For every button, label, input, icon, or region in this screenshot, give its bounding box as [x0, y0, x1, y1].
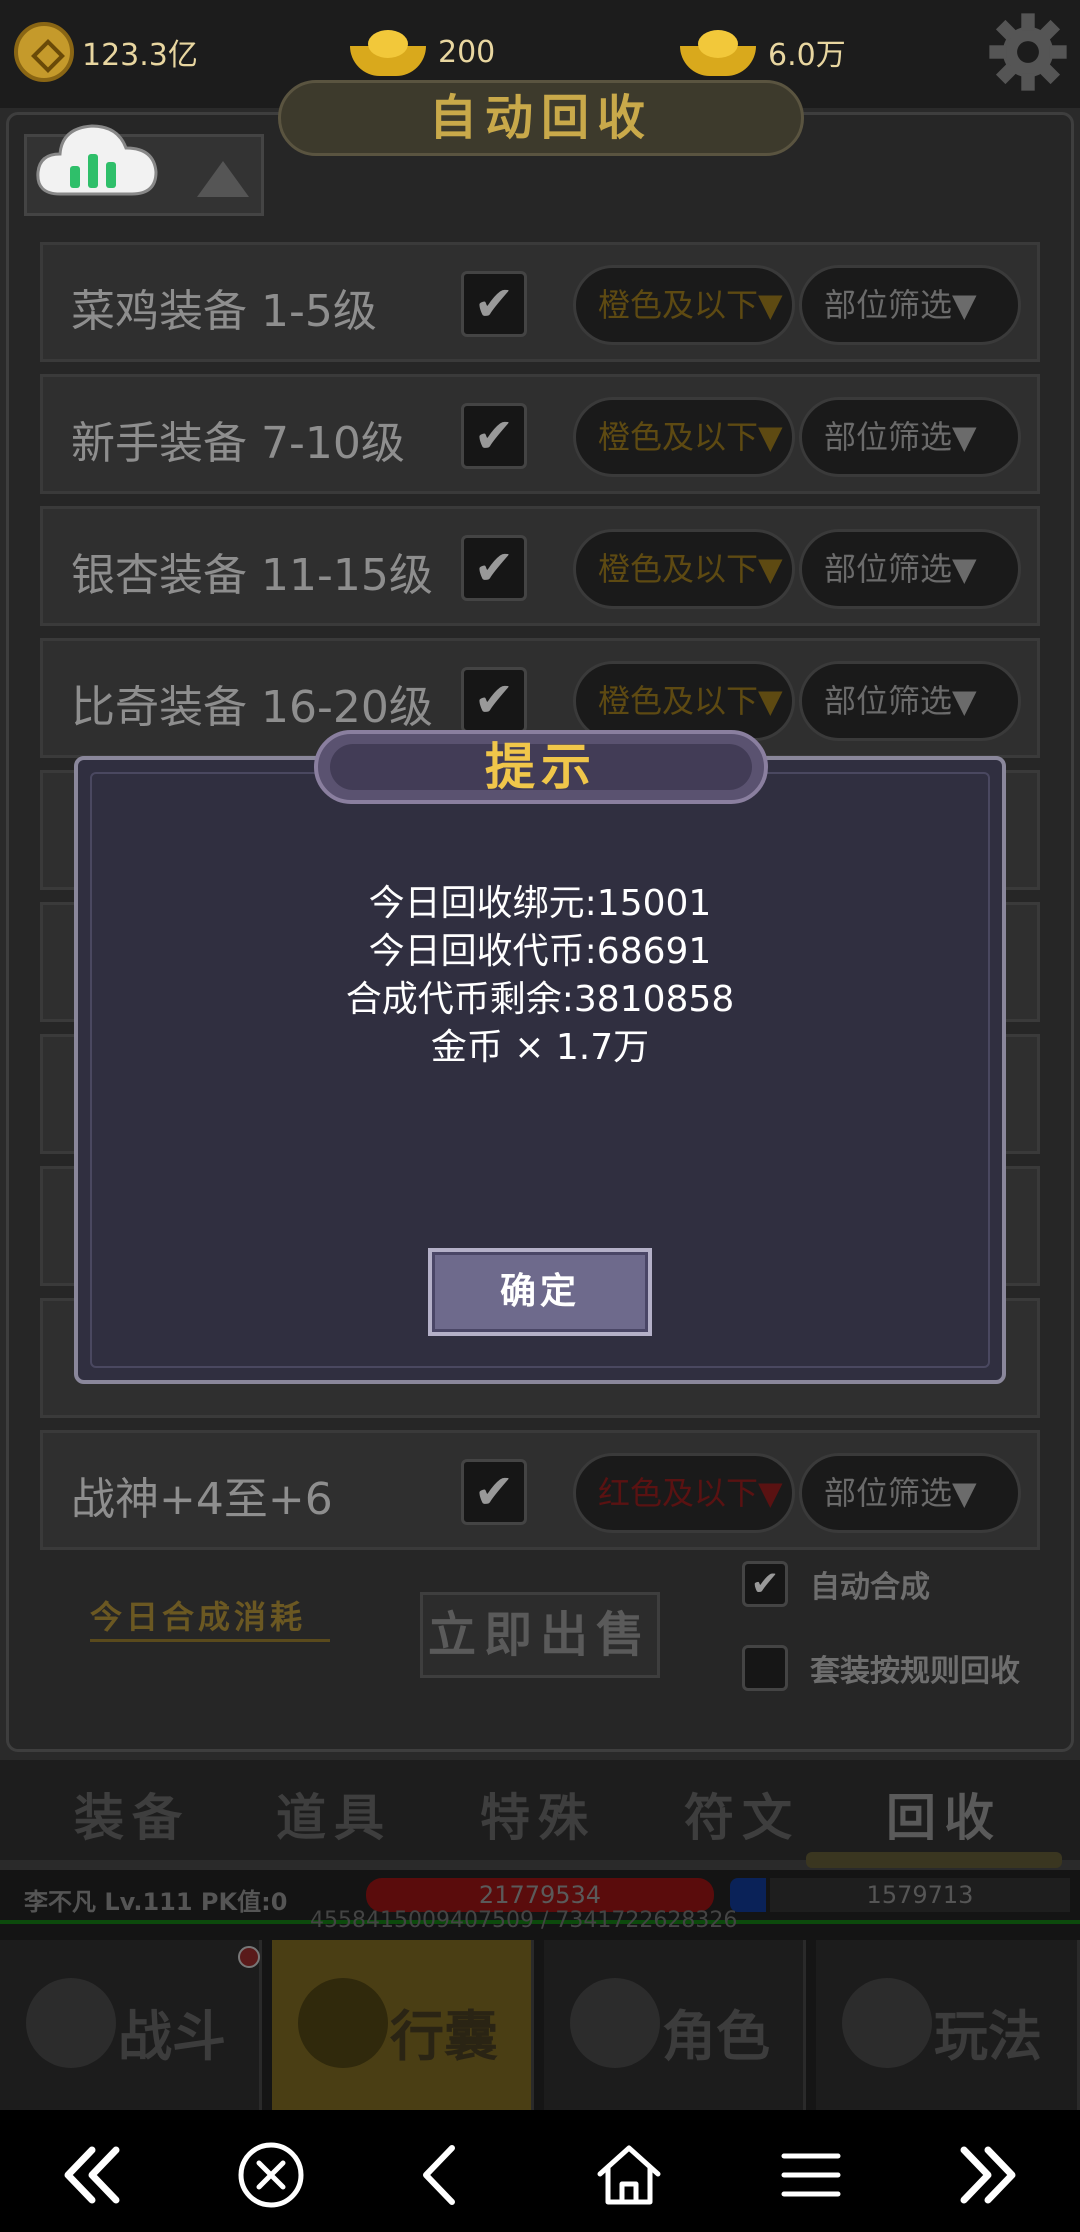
dialog-title-plate: 提示 — [314, 730, 768, 804]
system-nav-bar — [0, 2110, 1080, 2232]
gold-reward-line: 金币 × 1.7万 — [430, 1027, 650, 1068]
menu-icon[interactable] — [776, 2140, 846, 2210]
back-icon[interactable] — [406, 2140, 476, 2210]
dialog-title: 提示 — [485, 737, 597, 796]
double-chevron-left-icon[interactable] — [56, 2140, 126, 2210]
dialog-message: 今日回收绑元:15001 今日回收代币:68691 合成代币剩余:3810858… — [74, 880, 1006, 1072]
close-circle-icon[interactable] — [236, 2140, 306, 2210]
remaining-token-line: 合成代币剩余:3810858 — [345, 979, 735, 1020]
double-chevron-right-icon[interactable] — [954, 2140, 1024, 2210]
recycle-bound-ingot-line: 今日回收绑元:15001 — [368, 883, 712, 924]
recycle-token-line: 今日回收代币:68691 — [368, 931, 712, 972]
home-icon[interactable] — [594, 2140, 664, 2210]
confirm-button[interactable]: 确定 — [428, 1248, 652, 1336]
